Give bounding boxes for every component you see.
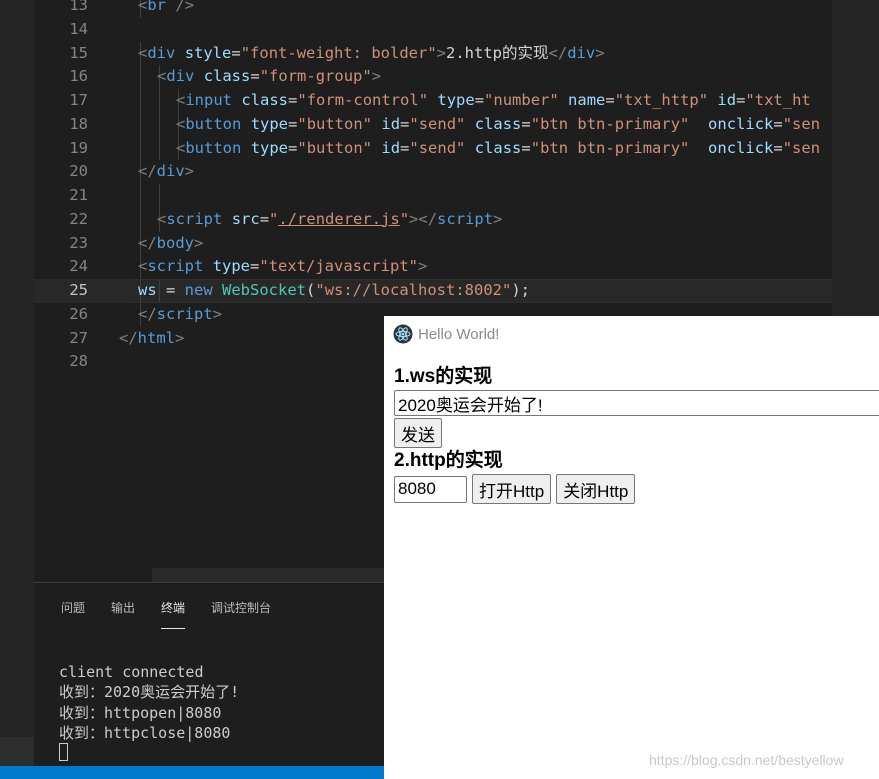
- code-line[interactable]: 16 <div class="form-group">: [34, 65, 834, 89]
- editor-horizontal-scrollbar[interactable]: [152, 568, 417, 582]
- code-text: <br />: [138, 0, 195, 14]
- code-text: <input class="form-control" type="number…: [176, 91, 811, 109]
- code-line[interactable]: 14: [34, 18, 834, 42]
- panel-tab[interactable]: 问题: [61, 599, 85, 629]
- line-number: 14: [69, 19, 88, 38]
- code-text: <div class="form-group">: [157, 67, 382, 86]
- code-text: <script src="./renderer.js"></script>: [157, 209, 503, 228]
- line-number: 26: [69, 304, 88, 323]
- indent-guide: [159, 184, 160, 208]
- line-number: 23: [69, 233, 88, 252]
- indent-guide: [159, 136, 160, 161]
- code-text: <div style="font-weight: bolder">2.http的…: [138, 43, 605, 62]
- indent-guide: [140, 184, 141, 208]
- line-number: 27: [69, 328, 88, 347]
- electron-app-window: Hello World! 1.ws的实现 发送 2.http的实现 打开Http…: [384, 316, 879, 779]
- send-button[interactable]: 发送: [394, 418, 442, 448]
- code-line[interactable]: 22 <script src="./renderer.js"></script>: [34, 207, 834, 232]
- activity-bar: [0, 0, 34, 766]
- status-bar: [0, 766, 384, 779]
- indent-guide: [140, 65, 141, 89]
- code-line[interactable]: 23 </body>: [34, 231, 834, 256]
- terminal-prompt[interactable]: [59, 743, 239, 763]
- http-section-heading: 2.http的实现: [394, 450, 503, 471]
- code-line[interactable]: 25 ws = new WebSocket("ws://localhost:800…: [34, 279, 854, 303]
- line-number: 16: [69, 67, 88, 86]
- indent-guide: [140, 112, 141, 137]
- editor-minimap-area: [832, 0, 879, 316]
- code-line[interactable]: 13 <br />: [34, 0, 834, 18]
- http-controls: 打开Http 关闭Http: [394, 474, 879, 504]
- line-number: 19: [69, 138, 88, 157]
- code-line[interactable]: 15 <div style="font-weight: bolder">2.htt…: [34, 41, 834, 66]
- indent-guide: [159, 279, 160, 303]
- code-text: <button type="button" id="send" class="b…: [176, 114, 821, 133]
- line-number: 21: [69, 186, 88, 204]
- line-number: 25: [69, 281, 88, 299]
- indent-guide: [159, 89, 160, 113]
- code-text: </div>: [138, 162, 195, 181]
- line-number: 22: [69, 209, 88, 228]
- electron-logo-icon: [393, 324, 413, 344]
- terminal-line: 收到：httpopen|8080: [59, 703, 222, 722]
- bottom-panel: 问题 输出 终端 调试控制台 client connected 收到：2020奥运会开…: [34, 582, 384, 766]
- code-line[interactable]: 19 <button type="button" id="send" class=…: [34, 136, 834, 161]
- http-port-input[interactable]: [394, 475, 467, 503]
- indent-guide: [140, 207, 141, 232]
- code-line[interactable]: 24 <script type="text/javascript">: [34, 255, 834, 279]
- indent-guide: [140, 136, 141, 161]
- close-http-button[interactable]: 关闭Http: [556, 474, 636, 504]
- code-line[interactable]: 18 <button type="button" id="send" class=…: [34, 112, 834, 137]
- indent-guide: [140, 279, 141, 303]
- line-number: 24: [69, 257, 88, 276]
- code-text: </html>: [119, 328, 185, 347]
- code-text: <script type="text/javascript">: [138, 257, 428, 276]
- line-number: 18: [69, 114, 88, 133]
- window-title: Hello World!: [418, 326, 500, 343]
- line-number: 20: [69, 162, 88, 181]
- code-line[interactable]: 20 </div>: [34, 160, 834, 184]
- app-content: 1.ws的实现 发送 2.http的实现 打开Http 关闭Http: [394, 364, 879, 504]
- terminal-output[interactable]: client connected 收到：2020奥运会开始了! 收到：httpo…: [59, 662, 239, 763]
- code-text: </script>: [138, 304, 223, 323]
- panel-tab[interactable]: 输出: [111, 599, 135, 629]
- open-http-button[interactable]: 打开Http: [472, 474, 552, 504]
- code-text: </body>: [138, 233, 204, 252]
- line-number: 13: [69, 0, 88, 14]
- terminal-line: client connected: [59, 663, 204, 681]
- ws-section-heading: 1.ws的实现: [394, 366, 493, 387]
- code-line[interactable]: 17 <input class="form-control" type="numb…: [34, 89, 834, 113]
- panel-tab[interactable]: 调试控制台: [211, 599, 271, 629]
- panel-tab[interactable]: 终端: [161, 599, 186, 629]
- code-line[interactable]: 21: [34, 184, 834, 208]
- line-number: 28: [69, 352, 88, 371]
- indent-guide: [140, 89, 141, 113]
- line-number: 17: [69, 91, 88, 109]
- indent-guide: [159, 112, 160, 137]
- activity-bar-bottom: [0, 737, 34, 766]
- terminal-line: 收到：httpclose|8080: [59, 723, 231, 742]
- window-titlebar[interactable]: Hello World!: [384, 316, 879, 352]
- terminal-cursor: [59, 743, 68, 762]
- ws-message-input[interactable]: [394, 390, 879, 416]
- panel-tabs: 问题 输出 终端 调试控制台: [61, 599, 271, 629]
- code-text: <button type="button" id="send" class="b…: [176, 138, 821, 157]
- watermark: https://blog.csdn.net/bestyellow: [649, 752, 844, 768]
- terminal-line: 收到：2020奥运会开始了!: [59, 683, 240, 702]
- line-number: 15: [69, 43, 88, 62]
- code-text: ws = new WebSocket("ws://localhost:8002"…: [138, 281, 530, 299]
